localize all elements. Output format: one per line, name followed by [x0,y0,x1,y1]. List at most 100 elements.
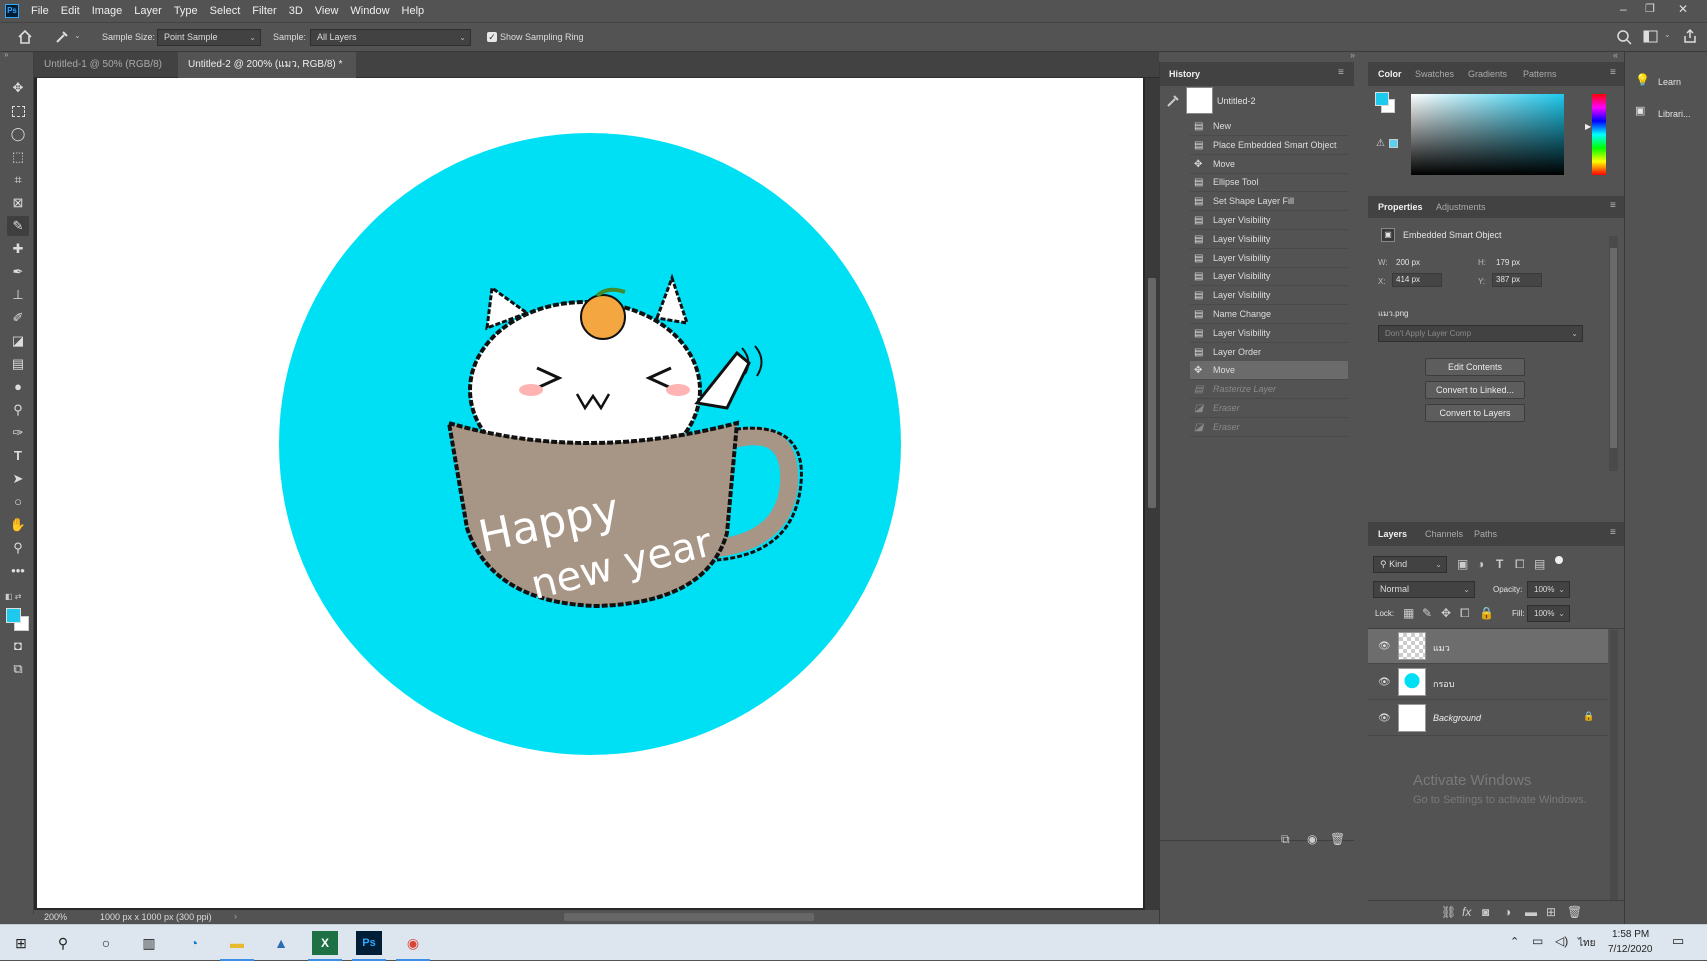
edge-icon[interactable]: ◔ [181,931,207,955]
convert-to-linked-button[interactable]: Convert to Linked... [1425,381,1525,399]
history-item[interactable]: ▤ Ellipse Tool [1190,173,1348,193]
quick-mask-icon[interactable]: ◘ [7,636,29,656]
lasso-tool-icon[interactable]: ◯ [7,124,29,144]
clock-date[interactable]: 7/12/2020 [1608,944,1653,955]
menu-image[interactable]: Image [86,5,129,17]
ellipse-tool-icon[interactable]: ○ [7,492,29,512]
menu-window[interactable]: Window [344,5,395,17]
eye-icon[interactable]: 👁 [1378,713,1391,724]
hand-tool-icon[interactable]: ✋ [7,515,29,535]
add-mask-icon[interactable]: ◙ [1482,905,1489,919]
crop-tool-icon[interactable]: ⌗ [7,170,29,190]
collapse-panels-icon[interactable]: » [1350,50,1355,60]
history-item[interactable]: ▤ New [1190,117,1348,136]
history-item[interactable]: ◪ Eraser [1190,418,1348,437]
filter-adjustment-icon[interactable]: ◑ [1477,557,1484,571]
libraries-icon[interactable]: ▣ [1635,104,1645,117]
filter-shape-icon[interactable]: ⧠ [1515,557,1525,572]
home-icon[interactable] [17,29,33,45]
history-item[interactable]: ▤ Layer Order [1190,343,1348,362]
tab-untitled-1[interactable]: Untitled-1 @ 50% (RGB/8) × [34,52,176,96]
history-item[interactable]: ✥ Move [1190,361,1348,381]
layer-filter-kind-select[interactable]: ⚲ Kind ⌄ [1373,556,1447,573]
document-canvas[interactable]: Happy new year [37,78,1143,908]
new-layer-icon[interactable]: ⊞ [1546,905,1556,919]
eyedropper-tool-icon[interactable] [55,30,69,44]
show-sampling-ring-checkbox[interactable]: ✓ [487,32,497,42]
x-field[interactable]: 414 px [1392,273,1442,287]
frame-tool-icon[interactable]: ⊠ [7,193,29,213]
clock-time[interactable]: 1:58 PM [1612,929,1649,940]
history-brush-tool-icon[interactable]: ✐ [7,308,29,328]
new-group-icon[interactable]: ▬ [1525,905,1537,919]
share-icon[interactable] [1682,28,1698,44]
collapse-toolbox-icon[interactable]: » [4,50,8,59]
color-field[interactable] [1411,94,1564,175]
new-document-from-state-icon[interactable]: ⧉ [1281,832,1290,847]
tab-paths[interactable]: Paths [1474,529,1497,539]
excel-icon[interactable]: X [308,931,342,961]
close-window-button[interactable]: ✕ [1678,2,1688,16]
filter-type-icon[interactable]: T [1496,557,1503,571]
lock-transparent-pixels-icon[interactable]: ▦ [1403,606,1414,620]
file-explorer-icon[interactable]: ▬ [220,931,254,961]
new-adjustment-layer-icon[interactable]: ◑ [1504,905,1511,919]
layer-name[interactable]: กรอบ [1433,677,1454,691]
panel-menu-icon[interactable]: ≡ [1610,67,1616,78]
tab-swatches[interactable]: Swatches [1415,69,1454,79]
history-item[interactable]: ▤ Layer Visibility [1190,267,1348,287]
lock-artboard-icon[interactable]: ⧠ [1460,606,1470,621]
document-info[interactable]: 1000 px x 1000 px (300 ppi) [100,912,212,922]
dodge-tool-icon[interactable]: ⚲ [7,400,29,420]
fill-field[interactable]: 100% ⌄ [1527,605,1570,622]
filter-pixel-icon[interactable]: ▣ [1457,557,1468,571]
blur-tool-icon[interactable]: ● [7,377,29,397]
foreground-color-swatch[interactable] [6,608,21,623]
search-icon[interactable]: ⚲ [50,931,76,955]
eye-icon[interactable]: 👁 [1378,677,1391,688]
delete-layer-icon[interactable]: 🗑 [1567,905,1582,919]
tab-history[interactable]: History [1169,69,1200,79]
eyedropper-tool-icon[interactable]: ✎ [7,216,29,236]
lock-all-icon[interactable]: 🔒 [1479,606,1494,620]
out-of-gamut-warning-icon[interactable]: ⚠ [1376,138,1385,149]
tab-color[interactable]: Color [1378,69,1402,79]
foreground-color-chip[interactable] [1375,92,1389,106]
history-item[interactable]: ▤ Layer Visibility [1190,324,1348,343]
search-icon[interactable] [1616,29,1632,45]
convert-to-layers-button[interactable]: Convert to Layers [1425,404,1525,422]
history-brush-source-icon[interactable] [1166,94,1180,108]
history-item[interactable]: ◪ Eraser [1190,399,1348,418]
learn-button[interactable]: Learn [1658,77,1681,87]
zoom-tool-icon[interactable]: ⚲ [7,538,29,558]
eye-icon[interactable]: 👁 [1378,641,1391,652]
layer-row-cat[interactable]: 👁 แมว [1368,629,1608,664]
history-item[interactable]: ▤ Name Change [1190,305,1348,324]
menu-select[interactable]: Select [204,5,247,17]
tab-channels[interactable]: Channels [1425,529,1463,539]
history-item[interactable]: ▤ Rasterize Layer [1190,380,1348,400]
tool-preset-chevron-icon[interactable]: ⌄ [74,31,81,40]
learn-icon[interactable]: 💡 [1635,73,1650,87]
layers-scrollbar[interactable] [1610,630,1618,900]
vertical-scrollbar[interactable] [1145,78,1159,910]
path-selection-tool-icon[interactable]: ➤ [7,469,29,489]
height-value[interactable]: 179 px [1496,258,1520,267]
object-selection-tool-icon[interactable]: ⬚ [7,147,29,167]
chrome-icon[interactable]: ◉ [396,931,430,961]
photoshop-taskbar-icon[interactable]: Ps [352,931,386,961]
layer-comp-select[interactable]: Don't Apply Layer Comp ⌄ [1378,325,1583,342]
layer-row-frame[interactable]: 👁 กรอบ [1368,665,1608,700]
hue-slider[interactable] [1592,94,1606,175]
tab-patterns[interactable]: Patterns [1523,69,1557,79]
type-tool-icon[interactable]: T [7,446,29,466]
link-layers-icon[interactable]: ⛓ [1441,905,1456,919]
marquee-tool-icon[interactable] [7,101,29,121]
history-item[interactable]: ✥ Move [1190,155,1348,174]
horizontal-scrollbar-thumb[interactable] [564,913,814,921]
volume-icon[interactable]: ◁) [1555,934,1568,948]
history-item[interactable]: ▤ Layer Visibility [1190,211,1348,230]
history-item[interactable]: ▤ Layer Visibility [1190,249,1348,268]
tab-untitled-2[interactable]: Untitled-2 @ 200% (แมว, RGB/8) * × [178,52,356,96]
new-snapshot-icon[interactable]: ◉ [1307,832,1317,846]
